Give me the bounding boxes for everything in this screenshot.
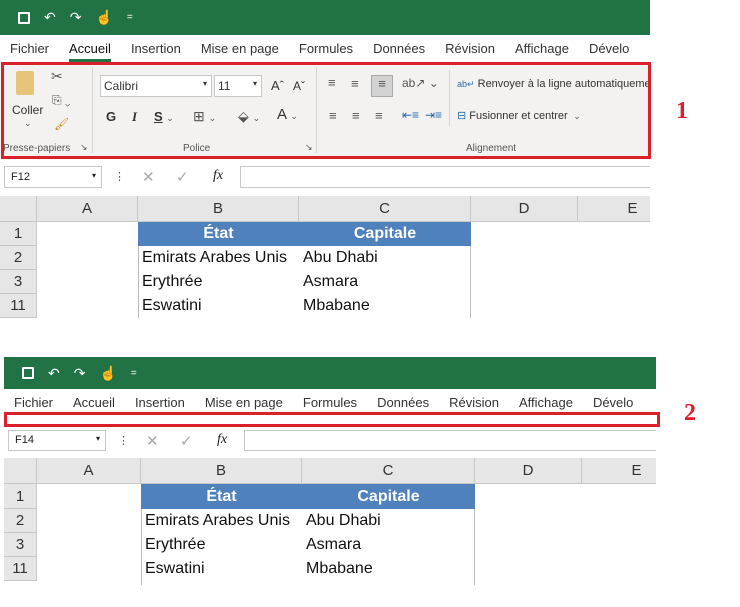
- tab-mise-en-page[interactable]: Mise en page: [191, 41, 289, 56]
- formula-bar-options-icon[interactable]: ⋮: [114, 170, 125, 183]
- column-header-c[interactable]: C: [299, 196, 471, 222]
- tab-developpeur[interactable]: Dévelo: [583, 395, 643, 410]
- customize-toolbar-icon[interactable]: =: [131, 368, 137, 379]
- insert-function-icon[interactable]: fx: [217, 432, 227, 448]
- enter-icon[interactable]: ✓: [180, 432, 193, 450]
- column-header-b[interactable]: B: [138, 196, 299, 222]
- save-icon[interactable]: [22, 367, 34, 379]
- row-header-3[interactable]: 3: [0, 270, 37, 294]
- table-cell[interactable]: Emirats Arabes Unis: [138, 246, 299, 270]
- column-header-e[interactable]: E: [582, 458, 656, 484]
- table-header-capitale[interactable]: Capitale: [302, 484, 475, 509]
- formula-input[interactable]: [244, 430, 656, 451]
- excel-panel-2: ↶ ↷ ☝ = Fichier Accueil Insertion Mise e…: [4, 357, 656, 585]
- tab-developpeur[interactable]: Dévelo: [579, 41, 639, 56]
- tab-insertion[interactable]: Insertion: [121, 41, 191, 56]
- column-header-c[interactable]: C: [302, 458, 475, 484]
- quick-access-toolbar: ↶ ↷ ☝ =: [0, 0, 650, 35]
- cancel-icon[interactable]: ✕: [146, 432, 159, 450]
- highlight-box-1: [1, 62, 651, 159]
- table-cell[interactable]: Eswatini: [138, 294, 299, 318]
- touch-mode-icon[interactable]: ☝: [95, 9, 112, 26]
- table-cell[interactable]: Emirats Arabes Unis: [141, 509, 302, 533]
- table-cell[interactable]: Erythrée: [138, 270, 299, 294]
- highlight-box-2: [4, 412, 660, 427]
- column-header-d[interactable]: D: [471, 196, 578, 222]
- tab-fichier[interactable]: Fichier: [4, 395, 63, 410]
- tab-donnees[interactable]: Données: [363, 41, 435, 56]
- table-cell[interactable]: Asmara: [302, 533, 475, 557]
- redo-icon[interactable]: ↷: [70, 9, 82, 26]
- tab-formules[interactable]: Formules: [293, 395, 367, 410]
- insert-function-icon[interactable]: fx: [213, 168, 223, 184]
- name-box-value: F14: [15, 434, 34, 446]
- spreadsheet-grid: A B C D E 1 2 3 11 État Capitale Emirats…: [0, 196, 650, 318]
- formula-bar: F14 ▾ ⋮ ✕ ✓ fx: [4, 430, 656, 453]
- cancel-icon[interactable]: ✕: [142, 168, 155, 186]
- tab-mise-en-page[interactable]: Mise en page: [195, 395, 293, 410]
- table-cell[interactable]: Abu Dhabi: [302, 509, 475, 533]
- excel-panel-1: ↶ ↷ ☝ = Fichier Accueil Insertion Mise e…: [0, 0, 650, 318]
- table-cell[interactable]: Abu Dhabi: [299, 246, 471, 270]
- table-cell[interactable]: Mbabane: [299, 294, 471, 318]
- table-header-etat[interactable]: État: [138, 222, 299, 246]
- undo-icon[interactable]: ↶: [44, 9, 56, 26]
- quick-access-toolbar: ↶ ↷ ☝ =: [4, 357, 656, 389]
- tab-revision[interactable]: Révision: [439, 395, 509, 410]
- row-header-1[interactable]: 1: [4, 484, 37, 509]
- table-header-capitale[interactable]: Capitale: [299, 222, 471, 246]
- tab-accueil[interactable]: Accueil: [59, 41, 121, 62]
- row-header-1[interactable]: 1: [0, 222, 37, 246]
- row-header-2[interactable]: 2: [0, 246, 37, 270]
- formula-input[interactable]: [240, 166, 650, 188]
- tab-revision[interactable]: Révision: [435, 41, 505, 56]
- tab-insertion[interactable]: Insertion: [125, 395, 195, 410]
- customize-toolbar-icon[interactable]: =: [127, 12, 133, 23]
- tab-affichage[interactable]: Affichage: [509, 395, 583, 410]
- tab-formules[interactable]: Formules: [289, 41, 363, 56]
- column-header-a[interactable]: A: [37, 458, 141, 484]
- tab-accueil[interactable]: Accueil: [63, 395, 125, 410]
- table-header-etat[interactable]: État: [141, 484, 302, 509]
- table-cell[interactable]: Erythrée: [141, 533, 302, 557]
- name-box[interactable]: F12 ▾: [4, 166, 102, 188]
- column-header-b[interactable]: B: [141, 458, 302, 484]
- row-header-2[interactable]: 2: [4, 509, 37, 533]
- touch-mode-icon[interactable]: ☝: [99, 365, 116, 382]
- name-box[interactable]: F14 ▾: [8, 430, 106, 451]
- row-header-3[interactable]: 3: [4, 533, 37, 557]
- tab-affichage[interactable]: Affichage: [505, 41, 579, 56]
- formula-bar: F12 ▾ ⋮ ✕ ✓ fx: [0, 165, 650, 190]
- column-header-d[interactable]: D: [475, 458, 582, 484]
- name-box-value: F12: [11, 171, 30, 183]
- table-cell[interactable]: Asmara: [299, 270, 471, 294]
- callout-label-1: 1: [676, 98, 688, 124]
- table-cell[interactable]: Eswatini: [141, 557, 302, 581]
- formula-bar-options-icon[interactable]: ⋮: [118, 434, 129, 447]
- row-header-11[interactable]: 11: [4, 557, 37, 581]
- undo-icon[interactable]: ↶: [48, 365, 60, 382]
- ribbon-tabs: Fichier Accueil Insertion Mise en page F…: [0, 35, 650, 62]
- select-all-corner[interactable]: [0, 196, 37, 222]
- save-icon[interactable]: [18, 11, 30, 24]
- redo-icon[interactable]: ↷: [74, 365, 86, 382]
- row-header-11[interactable]: 11: [0, 294, 37, 318]
- column-header-e[interactable]: E: [578, 196, 650, 222]
- tab-donnees[interactable]: Données: [367, 395, 439, 410]
- tab-fichier[interactable]: Fichier: [0, 41, 59, 56]
- callout-label-2: 2: [684, 400, 696, 426]
- enter-icon[interactable]: ✓: [176, 168, 189, 186]
- table-cell[interactable]: Mbabane: [302, 557, 475, 581]
- select-all-corner[interactable]: [4, 458, 37, 484]
- spreadsheet-grid: A B C D E 1 2 3 11 État Capitale Emirats…: [4, 458, 656, 585]
- column-header-a[interactable]: A: [37, 196, 138, 222]
